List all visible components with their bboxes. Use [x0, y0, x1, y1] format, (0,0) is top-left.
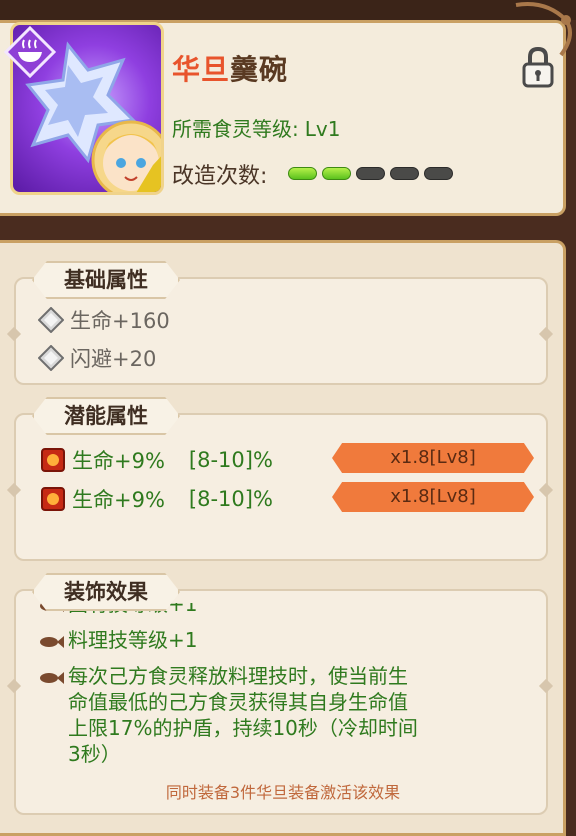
refine-pip-empty	[424, 167, 453, 180]
potential-stat-label: 生命+9%	[72, 449, 165, 473]
decoration-effect-scroll[interactable]: 固有技等级+1 料理技等级+1 每次己方食灵释放料理技时，使当前生 命值最低的己…	[0, 603, 566, 773]
fire-gem-icon	[41, 487, 65, 511]
fish-icon	[40, 671, 64, 684]
required-level-label: 所需食灵等级:	[172, 117, 299, 141]
refine-progress	[288, 167, 453, 180]
base-stat-row: 生命+160	[38, 305, 170, 335]
attributes-panel: 基础属性 生命+160 闪避+20 潜能属性 生命+9% [8-10]% x1.…	[0, 240, 566, 836]
refine-pip-filled	[322, 167, 351, 180]
fire-gem-icon	[41, 448, 65, 472]
decoration-effect-line: 每次己方食灵释放料理技时，使当前生	[38, 663, 408, 689]
item-name-type: 羹碗	[230, 53, 289, 86]
decoration-effect-text: 3秒）	[68, 742, 121, 766]
base-stat-row: 闪避+20	[38, 343, 156, 373]
potential-attributes-title: 潜能属性	[32, 397, 180, 435]
decoration-effect-text: 上限17%的护盾，持续10秒（冷却时间	[68, 716, 418, 740]
required-level-value: Lv1	[304, 117, 341, 141]
decoration-effect-title: 装饰效果	[32, 573, 180, 611]
base-stat-label: 生命+160	[70, 309, 170, 333]
item-name: 华旦羹碗	[172, 48, 288, 88]
fish-icon	[40, 635, 64, 648]
potential-stat-row: 生命+9% [8-10]%	[40, 445, 273, 475]
decoration-effect-text: 料理技等级+1	[68, 628, 198, 652]
lock-icon[interactable]	[521, 46, 555, 88]
potential-multiplier-badge: x1.8[Lv8]	[332, 443, 534, 473]
refine-count-label: 改造次数:	[172, 164, 268, 189]
refine-pip-empty	[356, 167, 385, 180]
set-bonus-note: 同时装备3件华旦装备激活该效果	[165, 783, 401, 802]
decoration-effect-line: 料理技等级+1	[38, 627, 197, 653]
top-frame	[0, 0, 576, 20]
potential-stat-label: 生命+9%	[72, 488, 165, 512]
required-level: 所需食灵等级: Lv1	[172, 113, 340, 142]
potential-multiplier-badge: x1.8[Lv8]	[332, 482, 534, 512]
item-name-set: 华旦	[172, 53, 231, 86]
base-stat-label: 闪避+20	[70, 347, 157, 371]
potential-stat-range: [8-10]%	[188, 448, 273, 472]
diamond-icon	[38, 345, 64, 371]
diamond-icon	[38, 307, 64, 333]
refine-pip-empty	[390, 167, 419, 180]
bowl-icon	[4, 26, 56, 78]
potential-stat-row: 生命+9% [8-10]%	[40, 484, 273, 514]
base-attributes-title: 基础属性	[32, 261, 180, 299]
refine-pip-filled	[288, 167, 317, 180]
potential-stat-range: [8-10]%	[188, 487, 273, 511]
decoration-effect-text: 每次己方食灵释放料理技时，使当前生	[68, 664, 408, 688]
decoration-effect-text: 命值最低的己方食灵获得其自身生命值	[68, 690, 408, 714]
